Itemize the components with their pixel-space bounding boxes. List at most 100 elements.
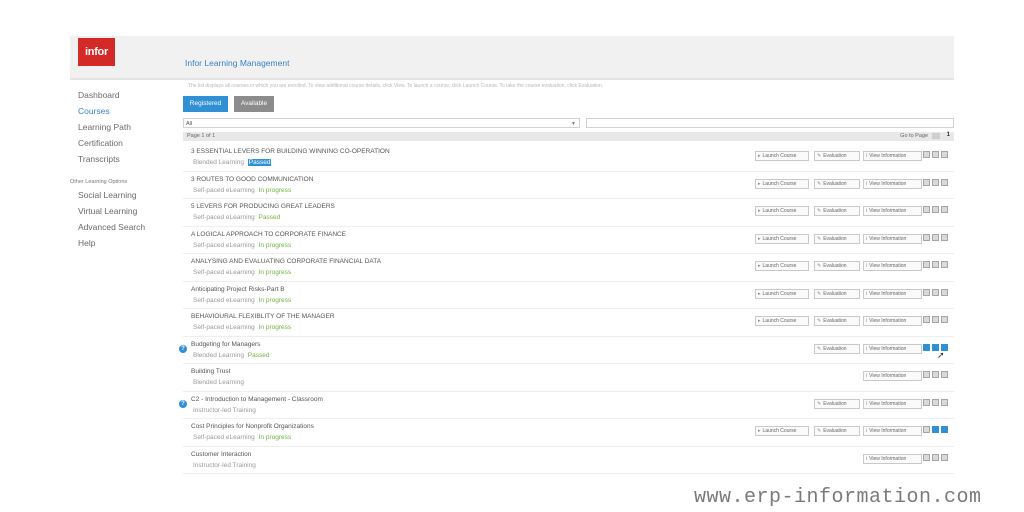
evaluation-button[interactable]: ✎ Evaluation: [814, 288, 860, 299]
document-icon[interactable]: [932, 288, 939, 296]
course-status: In progress: [258, 269, 292, 276]
evaluation-button[interactable]: ✎ Evaluation: [814, 426, 860, 436]
edit-icon[interactable]: [923, 261, 930, 268]
sidebar-item-learning-path[interactable]: Learning Path: [78, 122, 131, 132]
download-icon[interactable]: [941, 261, 948, 268]
info-icon[interactable]: ?: [179, 344, 187, 353]
download-icon[interactable]: [941, 426, 948, 433]
document-icon[interactable]: [932, 151, 939, 158]
edit-icon[interactable]: [923, 316, 930, 323]
download-icon[interactable]: [941, 316, 948, 323]
view-information-button[interactable]: i View Information: [863, 261, 922, 271]
document-icon[interactable]: [932, 233, 939, 241]
course-title[interactable]: C2 - Introduction to Management - Classr…: [191, 396, 323, 403]
edit-icon[interactable]: [923, 233, 930, 241]
launch-course-button[interactable]: ▸ Launch Course: [755, 426, 809, 436]
document-icon[interactable]: [932, 398, 939, 406]
header-divider: [70, 78, 954, 80]
search-input[interactable]: [586, 118, 954, 128]
view-information-button[interactable]: i View Information: [863, 206, 922, 216]
info-small-icon: i: [866, 345, 868, 352]
launch-course-button[interactable]: ▸ Launch Course: [755, 178, 809, 189]
edit-icon[interactable]: [923, 151, 930, 158]
course-type: Instructor-led Training: [193, 461, 256, 469]
document-icon[interactable]: [932, 178, 939, 186]
course-type: Self-paced eLearning: [193, 296, 255, 304]
view-information-button[interactable]: i View Information: [863, 398, 922, 409]
launch-course-button[interactable]: ▸ Launch Course: [755, 316, 809, 326]
edit-icon[interactable]: [923, 398, 930, 406]
pencil-icon: ✎: [817, 400, 822, 407]
evaluation-button[interactable]: ✎ Evaluation: [814, 206, 860, 216]
course-title[interactable]: 3 ROUTES TO GOOD COMMUNICATION: [191, 176, 313, 183]
sidebar-item-advanced-search[interactable]: Advanced Search: [78, 222, 145, 232]
sidebar-item-help[interactable]: Help: [78, 238, 95, 248]
download-icon[interactable]: [941, 206, 948, 213]
course-title[interactable]: ANALYSING AND EVALUATING CORPORATE FINAN…: [191, 258, 381, 265]
view-information-button[interactable]: i View Information: [863, 233, 922, 244]
edit-icon[interactable]: [923, 426, 930, 433]
download-icon[interactable]: [941, 151, 948, 158]
evaluation-button[interactable]: ✎ Evaluation: [814, 316, 860, 326]
edit-icon[interactable]: [923, 288, 930, 296]
evaluation-button[interactable]: ✎ Evaluation: [814, 261, 860, 271]
edit-icon[interactable]: [923, 206, 930, 213]
edit-icon[interactable]: [923, 371, 930, 378]
tab-available[interactable]: Available: [234, 96, 274, 112]
sidebar-item-courses[interactable]: Courses: [78, 106, 110, 116]
launch-course-button[interactable]: ▸ Launch Course: [755, 206, 809, 216]
document-icon[interactable]: [932, 453, 939, 461]
view-information-button[interactable]: i View Information: [863, 371, 922, 381]
view-information-button[interactable]: i View Information: [863, 316, 922, 326]
view-information-button[interactable]: i View Information: [863, 178, 922, 189]
course-title[interactable]: Customer Interaction: [191, 451, 251, 458]
edit-icon[interactable]: [923, 453, 930, 461]
download-icon[interactable]: [941, 453, 948, 461]
course-title[interactable]: Cost Principles for Nonprofit Organizati…: [191, 423, 314, 430]
edit-icon[interactable]: [923, 178, 930, 186]
course-title[interactable]: Anticipating Project Risks-Part B: [191, 286, 285, 293]
download-icon[interactable]: [941, 178, 948, 186]
course-title[interactable]: BEHAVIOURAL FLEXIBLITY OF THE MANAGER: [191, 313, 335, 320]
document-icon[interactable]: [932, 426, 939, 433]
download-icon[interactable]: [941, 398, 948, 406]
launch-course-button[interactable]: ▸ Launch Course: [755, 233, 809, 244]
sidebar-item-certification[interactable]: Certification: [78, 138, 123, 148]
evaluation-button[interactable]: ✎ Evaluation: [814, 178, 860, 189]
view-information-button[interactable]: i View Information: [863, 426, 922, 436]
course-title[interactable]: 5 LEVERS FOR PRODUCING GREAT LEADERS: [191, 203, 335, 210]
info-icon[interactable]: ?: [179, 399, 187, 408]
tab-registered[interactable]: Registered: [183, 96, 228, 112]
sidebar-item-dashboard[interactable]: Dashboard: [78, 90, 120, 100]
download-icon[interactable]: [941, 288, 948, 296]
sidebar-item-virtual-learning[interactable]: Virtual Learning: [78, 206, 137, 216]
view-information-button[interactable]: i View Information: [863, 151, 922, 161]
edit-icon[interactable]: [923, 343, 930, 351]
sidebar-item-social-learning[interactable]: Social Learning: [78, 190, 137, 200]
evaluation-button[interactable]: ✎ Evaluation: [814, 398, 860, 409]
launch-course-button[interactable]: ▸ Launch Course: [755, 151, 809, 161]
document-icon[interactable]: [932, 206, 939, 213]
page-number[interactable]: 1: [947, 132, 950, 138]
launch-course-button[interactable]: ▸ Launch Course: [755, 261, 809, 271]
course-title[interactable]: 3 ESSENTIAL LEVERS FOR BUILDING WINNING …: [191, 148, 390, 155]
document-icon[interactable]: [932, 316, 939, 323]
course-title[interactable]: A LOGICAL APPROACH TO CORPORATE FINANCE: [191, 231, 346, 238]
evaluation-button[interactable]: ✎ Evaluation: [814, 343, 860, 354]
course-title[interactable]: Budgeting for Managers: [191, 341, 260, 348]
view-information-button[interactable]: i View Information: [863, 288, 922, 299]
view-information-button[interactable]: i View Information: [863, 343, 922, 354]
sidebar-item-transcripts[interactable]: Transcripts: [78, 154, 120, 164]
document-icon[interactable]: [932, 371, 939, 378]
evaluation-button[interactable]: ✎ Evaluation: [814, 151, 860, 161]
view-information-button[interactable]: i View Information: [863, 453, 922, 464]
evaluation-button[interactable]: ✎ Evaluation: [814, 233, 860, 244]
download-icon[interactable]: [941, 371, 948, 378]
filter-select[interactable]: All ▼: [183, 118, 580, 128]
course-title[interactable]: Building Trust: [191, 368, 230, 375]
download-icon[interactable]: [941, 233, 948, 241]
goto-page-input[interactable]: [932, 133, 940, 139]
document-icon[interactable]: [932, 261, 939, 268]
course-row: BEHAVIOURAL FLEXIBLITY OF THE MANAGER Sel…: [183, 309, 954, 337]
launch-course-button[interactable]: ▸ Launch Course: [755, 288, 809, 299]
